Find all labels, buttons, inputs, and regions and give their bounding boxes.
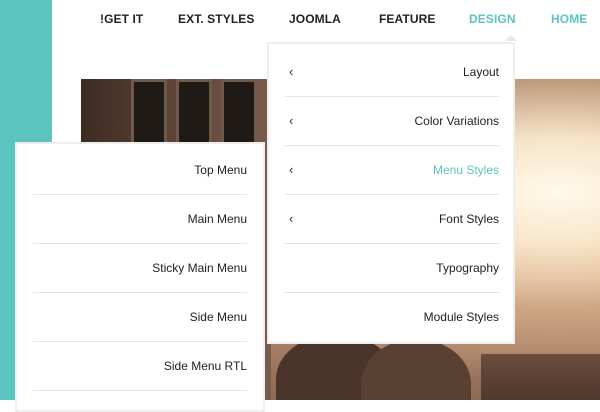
menu-item-menu-styles[interactable]: ‹ Menu Styles	[285, 146, 499, 195]
menu-item-label: Module Styles	[423, 310, 499, 324]
nav-item-design[interactable]: DESIGN	[469, 12, 516, 26]
chevron-left-icon: ‹	[289, 113, 294, 128]
menu-styles-submenu: Top Menu Main Menu Sticky Main Menu Side…	[15, 142, 265, 412]
menu-item-typography[interactable]: Typography	[285, 244, 499, 293]
menu-item-layout[interactable]: ‹ Layout	[285, 48, 499, 97]
submenu-item-label: Top Menu	[194, 163, 247, 177]
menu-item-label: Layout	[462, 65, 499, 79]
submenu-item-side-menu-rtl[interactable]: Side Menu RTL	[33, 342, 247, 391]
hero-rooftop	[481, 354, 600, 400]
nav-item-ext-styles[interactable]: EXT. STYLES	[178, 12, 254, 26]
nav-item-joomla[interactable]: JOOMLA	[289, 12, 341, 26]
nav-item-get-it[interactable]: !GET IT	[100, 12, 143, 26]
menu-item-font-styles[interactable]: ‹ Font Styles	[285, 195, 499, 244]
menu-item-label: Color Variations	[414, 114, 499, 128]
submenu-item-sticky-main-menu[interactable]: Sticky Main Menu	[33, 244, 247, 293]
submenu-item-top-menu[interactable]: Top Menu	[33, 146, 247, 195]
submenu-item-label: Side Menu	[189, 310, 247, 324]
submenu-item-label: Main Menu	[187, 212, 247, 226]
submenu-item-main-menu[interactable]: Main Menu	[33, 195, 247, 244]
menu-item-module-styles[interactable]: Module Styles	[285, 293, 499, 342]
top-navigation: !GET IT EXT. STYLES JOOMLA FEATURE DESIG…	[0, 0, 600, 41]
chevron-left-icon: ‹	[289, 162, 294, 177]
submenu-item-label: Sticky Main Menu	[152, 261, 247, 275]
submenu-item-label: Side Menu RTL	[163, 359, 247, 373]
hero-window	[221, 79, 257, 145]
submenu-item-side-menu[interactable]: Side Menu	[33, 293, 247, 342]
nav-item-home[interactable]: HOME	[551, 12, 587, 26]
hero-window	[131, 79, 167, 145]
menu-item-color-variations[interactable]: ‹ Color Variations	[285, 97, 499, 146]
chevron-left-icon: ‹	[289, 211, 294, 226]
nav-item-feature[interactable]: FEATURE	[379, 12, 435, 26]
menu-item-label: Typography	[436, 261, 499, 275]
menu-item-label: Menu Styles	[432, 163, 499, 177]
design-dropdown-menu: ‹ Layout ‹ Color Variations ‹ Menu Style…	[267, 42, 515, 344]
hero-window	[176, 79, 212, 145]
chevron-left-icon: ‹	[289, 64, 294, 79]
dropdown-caret	[505, 35, 517, 41]
menu-item-label: Font Styles	[438, 212, 499, 226]
